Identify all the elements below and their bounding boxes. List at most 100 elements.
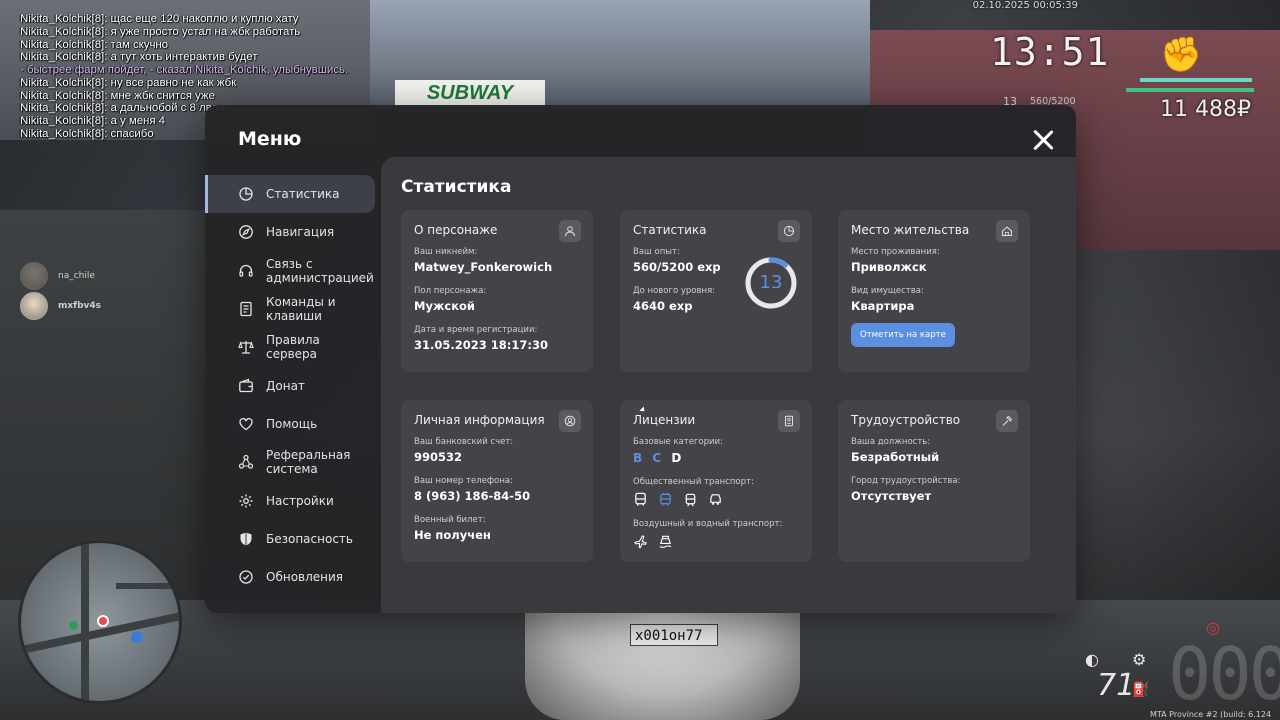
user-icon xyxy=(559,220,581,242)
job-city-label: Город трудоустройства: xyxy=(851,476,961,486)
sidebar-item-label: Правила сервера xyxy=(266,333,320,362)
gender-value: Мужской xyxy=(414,299,475,313)
heart-hand-icon xyxy=(238,416,254,432)
build-info: MTA Province #2 (build: 6.124 xyxy=(1150,710,1272,719)
card-title: Место жительства xyxy=(851,223,970,237)
scales-icon xyxy=(238,339,254,355)
category-c: C xyxy=(652,451,665,465)
sidebar-item-1[interactable]: Статистика xyxy=(205,175,375,214)
document-icon xyxy=(238,301,254,317)
level-value: 13 xyxy=(759,272,783,293)
chart-pie-icon xyxy=(778,220,800,242)
page-title: Статистика xyxy=(401,177,512,197)
chat-message: Nikita_Kolchik[8]: мне жбк снится уже xyxy=(20,89,215,102)
sidebar-item-label: Реферальная система xyxy=(266,448,351,477)
stats-card: Статистика Ваш опыт: 560/5200 exp До нов… xyxy=(620,210,812,372)
card-title: Статистика xyxy=(633,223,707,237)
chat-message: Nikita_Kolchik[8]: я уже просто устал на… xyxy=(20,25,301,38)
personal-info-card: Личная информация Ваш банковский счет: 9… xyxy=(401,400,593,562)
bank-label: Ваш банковский счет: xyxy=(414,437,514,447)
registration-label: Дата и время регистрации: xyxy=(414,325,538,335)
chat-message: - быстрее фарм пойдет, - сказал Nikita_K… xyxy=(20,64,349,76)
employment-card: Трудоустройство Ваша должность: Безработ… xyxy=(838,400,1030,562)
sidebar-item-9[interactable]: Настройки xyxy=(205,481,381,519)
category-b: B xyxy=(633,451,646,465)
armor-bar xyxy=(1126,88,1254,92)
speed-value: 71 xyxy=(1097,668,1136,703)
plane-icon xyxy=(634,535,647,549)
sidebar-item-label: Настройки xyxy=(266,493,334,508)
chat-message: Nikita_Kolchik[8]: ну все равно не как ж… xyxy=(20,76,237,89)
menu-window: Меню Статистика Навигация Связь с админист… xyxy=(205,105,1076,613)
sidebar-item-label: Навигация xyxy=(266,225,335,240)
hud-date: 02.10.2025 00:05:39 xyxy=(972,0,1078,11)
base-categories-label: Базовые категории: xyxy=(633,437,723,447)
chat-message: Nikita_Kolchik[8]: там скучно xyxy=(20,38,169,51)
military-label: Военный билет: xyxy=(414,515,486,525)
character-card: О персонаже Ваш никнейм: Matwey_Fonkerow… xyxy=(401,210,593,372)
nickname-label: Ваш никнейм: xyxy=(414,247,478,257)
wallet-icon xyxy=(238,378,254,394)
compass-icon xyxy=(238,224,254,240)
card-title: Лицензии xyxy=(633,413,696,427)
air-water-label: Воздушный и водный транспорт: xyxy=(633,519,783,529)
id-card-icon xyxy=(778,410,800,432)
public-transport-icons xyxy=(633,492,799,507)
bus-icon xyxy=(635,492,646,506)
fuel-icon: ⛽ xyxy=(1132,682,1150,698)
nickname-value: Matwey_Fonkerowich xyxy=(414,260,553,274)
network-icon xyxy=(238,454,254,470)
refresh-icon xyxy=(238,569,254,585)
health-bar xyxy=(1140,78,1252,82)
sidebar-item-label: Команды и клавиши xyxy=(266,295,336,324)
boat-icon xyxy=(659,535,672,548)
player-name: na_chile xyxy=(58,271,95,281)
map-blip-icon xyxy=(131,631,143,643)
sidebar-item-label: Помощь xyxy=(266,416,318,431)
chat-message: Nikita_Kolchik[8]: а тут хоть интерактив… xyxy=(20,51,258,64)
fist-icon: ✊ xyxy=(1160,35,1203,75)
registration-value: 31.05.2023 18:17:30 xyxy=(414,338,548,352)
gear-icon xyxy=(238,493,254,509)
hud-money: 11 488₽ xyxy=(1160,97,1251,122)
sidebar-item-2[interactable]: Навигация xyxy=(205,213,381,251)
hammer-icon xyxy=(996,410,1018,432)
property-type-label: Вид имущества: xyxy=(851,286,924,296)
minimap xyxy=(18,540,182,704)
phone-value: 8 (963) 186-84-50 xyxy=(414,489,531,503)
shield-icon xyxy=(238,531,254,547)
military-value: Не получен xyxy=(414,528,491,542)
sidebar-item-6[interactable]: Донат xyxy=(205,366,381,404)
sidebar-item-label: Обновления xyxy=(266,570,344,585)
menu-sidebar: Статистика Навигация Связь с администрацие… xyxy=(205,175,381,596)
card-title: О персонаже xyxy=(414,223,498,237)
sidebar-item-label: Связь с администрацией xyxy=(266,256,374,285)
position-label: Ваша должность: xyxy=(851,437,931,447)
residence-place-value: Приволжск xyxy=(851,260,927,274)
speed-ghost-digits: 000 xyxy=(1168,632,1280,716)
sidebar-item-label: Донат xyxy=(266,378,305,393)
sidebar-item-11[interactable]: Обновления xyxy=(205,558,381,596)
taxi-icon xyxy=(710,494,721,505)
residence-place-label: Место проживания: xyxy=(851,247,940,257)
nearby-player: na_chile xyxy=(20,262,95,290)
card-title: Личная информация xyxy=(414,413,545,427)
license-categories: B C D xyxy=(633,451,799,465)
avatar xyxy=(20,292,48,320)
air-water-icons xyxy=(633,534,799,549)
sidebar-item-10[interactable]: Безопасность xyxy=(205,520,381,558)
sidebar-item-label: Статистика xyxy=(266,187,340,202)
sidebar-item-3[interactable]: Связь с администрацией xyxy=(205,252,381,290)
close-icon[interactable] xyxy=(1030,127,1056,153)
sidebar-item-5[interactable]: Правила сервера xyxy=(205,328,381,366)
map-blip-icon xyxy=(69,621,78,630)
sidebar-item-7[interactable]: Помощь xyxy=(205,405,381,443)
gender-label: Пол персонажа: xyxy=(414,286,487,296)
mark-on-map-button[interactable]: Отметить на карте xyxy=(851,323,955,347)
chart-pie-icon xyxy=(238,186,254,202)
sidebar-item-8[interactable]: Реферальная система xyxy=(205,443,381,481)
sidebar-item-4[interactable]: Команды и клавиши xyxy=(205,290,381,328)
house-icon xyxy=(996,220,1018,242)
card-title: Трудоустройство xyxy=(851,413,961,427)
job-city-value: Отсутствует xyxy=(851,489,932,503)
